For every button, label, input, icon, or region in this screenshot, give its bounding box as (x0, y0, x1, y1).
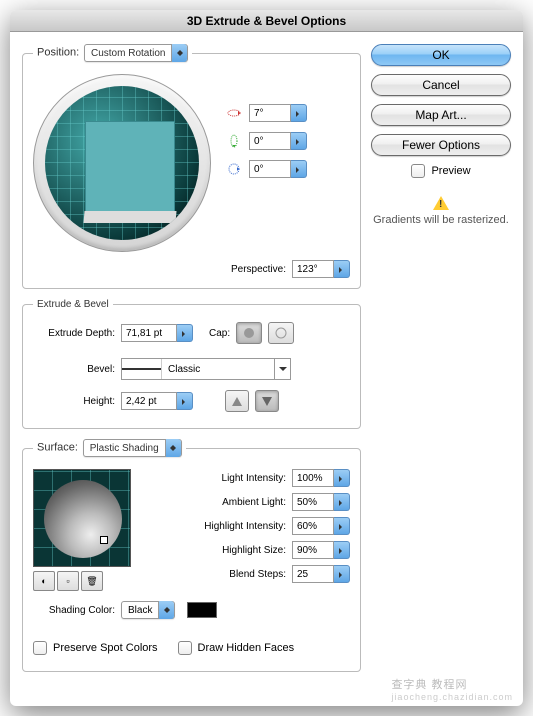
blend-label: Blend Steps: (186, 569, 286, 580)
shading-color-swatch[interactable] (187, 602, 217, 618)
rotation-select[interactable]: Custom Rotation (84, 44, 188, 62)
ok-button[interactable]: OK (371, 44, 511, 66)
blend-input[interactable] (292, 565, 350, 583)
light-intensity-label: Light Intensity: (186, 473, 286, 484)
perspective-label: Perspective: (231, 264, 286, 275)
rotate-z-input[interactable] (249, 160, 307, 178)
ambient-label: Ambient Light: (186, 497, 286, 508)
height-input[interactable] (121, 392, 193, 410)
dropdown-arrow-icon (158, 601, 174, 619)
preview-checkbox[interactable]: Preview (371, 164, 511, 178)
cancel-button[interactable]: Cancel (371, 74, 511, 96)
position-legend: Position: Custom Rotation (33, 44, 192, 62)
warning-message: Gradients will be rasterized. (371, 188, 511, 226)
bevel-in-button[interactable] (225, 390, 249, 412)
draw-hidden-checkbox[interactable]: Draw Hidden Faces (178, 641, 295, 655)
extrude-group: Extrude & Bevel Extrude Depth: Cap: Beve… (22, 299, 361, 429)
bevel-out-button[interactable] (255, 390, 279, 412)
fewer-options-button[interactable]: Fewer Options (371, 134, 511, 156)
highlight-size-label: Highlight Size: (186, 545, 286, 556)
watermark: 查字典 教程网 jiaocheng.chazidian.com (391, 675, 513, 702)
surface-select[interactable]: Plastic Shading (83, 439, 182, 457)
rotate-x-input[interactable] (249, 104, 307, 122)
depth-label: Extrude Depth: (33, 328, 115, 339)
light-intensity-input[interactable] (292, 469, 350, 487)
surface-group: Surface: Plastic Shading ◐ (22, 439, 361, 672)
light-new-button[interactable]: ▫ (57, 571, 79, 591)
cap-off-button[interactable] (268, 322, 294, 344)
cap-on-button[interactable] (236, 322, 262, 344)
warning-icon (433, 188, 449, 210)
shading-color-label: Shading Color: (33, 605, 115, 616)
shading-color-select[interactable]: Black (121, 601, 175, 619)
bevel-label: Bevel: (33, 364, 115, 375)
light-sphere[interactable] (33, 469, 131, 567)
perspective-input[interactable] (292, 260, 350, 278)
light-delete-button[interactable]: 🗑 (81, 571, 103, 591)
globe-cube-preview (85, 121, 175, 216)
rotation-globe[interactable] (33, 74, 211, 252)
rotate-y-icon (225, 132, 243, 150)
dropdown-arrow-icon (165, 439, 181, 457)
preserve-spot-checkbox[interactable]: Preserve Spot Colors (33, 641, 158, 655)
light-back-button[interactable]: ◐ (33, 571, 55, 591)
height-label: Height: (33, 396, 115, 407)
bevel-swatch-icon (122, 359, 162, 379)
bevel-select[interactable]: Classic (121, 358, 291, 380)
map-art-button[interactable]: Map Art... (371, 104, 511, 126)
position-group: Position: Custom Rotation (22, 44, 361, 289)
light-handle[interactable] (100, 536, 108, 544)
extrude-legend: Extrude & Bevel (33, 299, 113, 310)
depth-input[interactable] (121, 324, 193, 342)
highlight-intensity-label: Highlight Intensity: (186, 521, 286, 532)
ambient-input[interactable] (292, 493, 350, 511)
cap-label: Cap: (209, 328, 230, 339)
rotate-z-icon (225, 160, 243, 178)
dropdown-arrow-icon (274, 359, 290, 379)
window-title: 3D Extrude & Bevel Options (10, 10, 523, 32)
rotate-y-input[interactable] (249, 132, 307, 150)
rotate-x-icon (225, 104, 243, 122)
highlight-size-input[interactable] (292, 541, 350, 559)
dropdown-arrow-icon (171, 44, 187, 62)
highlight-intensity-input[interactable] (292, 517, 350, 535)
surface-legend: Surface: Plastic Shading (33, 439, 186, 457)
